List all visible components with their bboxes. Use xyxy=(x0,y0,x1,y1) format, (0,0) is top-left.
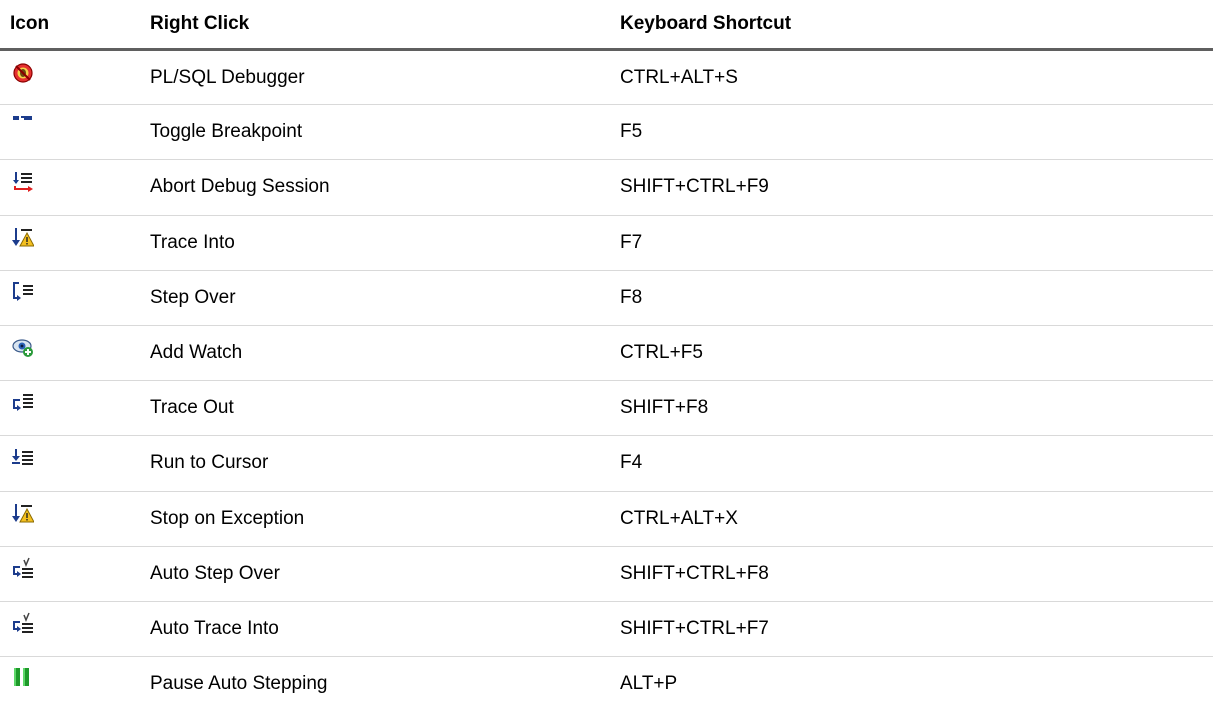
shortcut-value: F8 xyxy=(612,270,1213,326)
table-row: Pause Auto Stepping ALT+P xyxy=(0,657,1213,712)
shortcut-value: SHIFT+F8 xyxy=(612,380,1213,437)
trace-into-icon xyxy=(12,226,34,248)
header-icon: Icon xyxy=(0,0,142,51)
shortcut-value: CTRL+ALT+X xyxy=(612,491,1213,547)
abort-debug-icon xyxy=(12,170,34,193)
right-click-label: Abort Debug Session xyxy=(142,159,612,216)
table-row: PL/SQL Debugger CTRL+ALT+S xyxy=(0,49,1213,106)
table-row: Toggle Breakpoint F5 xyxy=(0,104,1213,161)
auto-step-over-icon xyxy=(12,557,34,579)
table-header-row: Icon Right Click Keyboard Shortcut xyxy=(0,0,1213,51)
right-click-label: PL/SQL Debugger xyxy=(142,49,612,106)
add-watch-icon xyxy=(12,336,34,358)
shortcut-value: F7 xyxy=(612,215,1213,271)
table-row: Run to Cursor F4 xyxy=(0,435,1213,492)
table-row: Add Watch CTRL+F5 xyxy=(0,325,1213,382)
debug-shortcuts-table: Icon Right Click Keyboard Shortcut PL/SQ… xyxy=(0,0,1213,712)
step-over-icon xyxy=(12,281,34,303)
right-click-label: Stop on Exception xyxy=(142,491,612,547)
right-click-label: Pause Auto Stepping xyxy=(150,673,328,695)
debugger-bug-icon xyxy=(12,61,34,83)
right-click-label: Step Over xyxy=(142,270,612,326)
shortcut-table-container: Icon Right Click Keyboard Shortcut PL/SQ… xyxy=(0,0,1213,718)
table-row: Stop on Exception CTRL+ALT+X xyxy=(0,491,1213,547)
right-click-label: Toggle Breakpoint xyxy=(142,104,612,161)
table-row: Abort Debug Session SHIFT+CTRL+F9 xyxy=(0,159,1213,216)
table-row: Auto Trace Into SHIFT+CTRL+F7 xyxy=(0,601,1213,658)
right-click-label: Auto Trace Into xyxy=(142,601,612,658)
table-row: Step Over F8 xyxy=(0,270,1213,326)
shortcut-value: CTRL+F5 xyxy=(612,325,1213,382)
shortcut-value: SHIFT+CTRL+F7 xyxy=(612,601,1213,658)
toggle-breakpoint-icon xyxy=(12,115,34,137)
shortcut-value: F5 xyxy=(612,104,1213,161)
header-keyboard-shortcut: Keyboard Shortcut xyxy=(612,0,1213,51)
trace-out-icon xyxy=(12,391,34,413)
table-row: Trace Into F7 xyxy=(0,215,1213,271)
run-to-cursor-icon xyxy=(12,446,34,468)
stop-on-exception-icon xyxy=(12,502,34,524)
table-row: Trace Out SHIFT+F8 xyxy=(0,380,1213,437)
shortcut-value: F4 xyxy=(612,435,1213,492)
shortcut-value: ALT+P xyxy=(620,673,678,695)
right-click-label: Run to Cursor xyxy=(142,435,612,492)
right-click-label: Trace Out xyxy=(142,380,612,437)
right-click-label: Auto Step Over xyxy=(142,546,612,602)
right-click-label: Add Watch xyxy=(142,325,612,382)
auto-trace-into-icon xyxy=(12,612,34,634)
header-right-click: Right Click xyxy=(142,0,612,51)
shortcut-value: SHIFT+CTRL+F9 xyxy=(612,159,1213,216)
table-row: Auto Step Over SHIFT+CTRL+F8 xyxy=(0,546,1213,602)
pause-icon xyxy=(12,667,34,689)
shortcut-value: CTRL+ALT+S xyxy=(612,49,1213,106)
right-click-label: Trace Into xyxy=(142,215,612,271)
shortcut-value: SHIFT+CTRL+F8 xyxy=(612,546,1213,602)
